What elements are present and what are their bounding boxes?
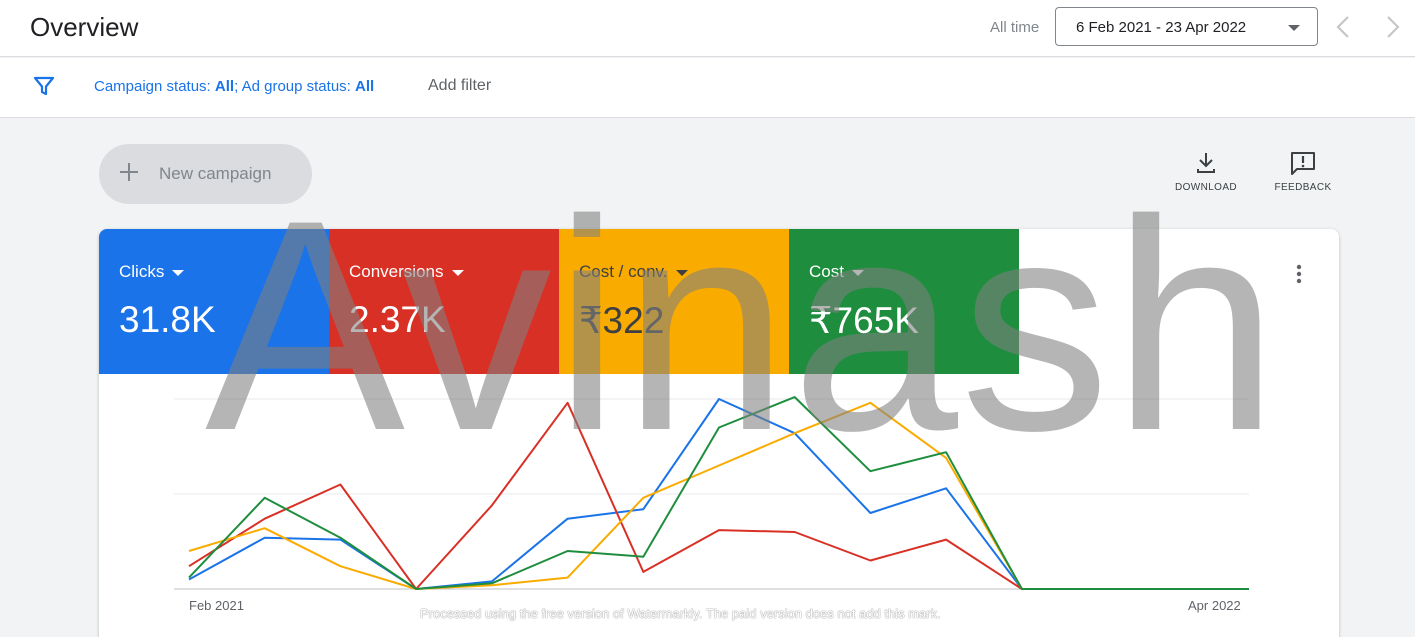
chevron-left-icon[interactable]	[1332, 14, 1354, 40]
ad-group-status-value: All	[355, 78, 375, 95]
all-time-label: All time	[990, 19, 1040, 36]
metric-clicks-label: Clicks	[119, 262, 165, 281]
date-range-value: 6 Feb 2021 - 23 Apr 2022	[1076, 19, 1247, 36]
feedback-button[interactable]: FEEDBACK	[1268, 150, 1338, 193]
add-filter-button[interactable]: Add filter	[428, 77, 491, 95]
x-axis-end-label: Apr 2022	[1188, 598, 1241, 613]
new-campaign-button[interactable]: New campaign	[99, 144, 312, 204]
metric-cost[interactable]: Cost ₹765K	[789, 229, 1019, 374]
page-title: Overview	[30, 12, 139, 42]
metric-cost-value: ₹765K	[809, 300, 919, 341]
filter-bar: Campaign status: All; Ad group status: A…	[0, 58, 1415, 118]
metric-clicks-value: 31.8K	[119, 299, 216, 340]
new-campaign-label: New campaign	[159, 164, 272, 183]
filter-icon[interactable]	[32, 74, 56, 98]
caret-down-icon[interactable]	[851, 269, 864, 276]
more-vert-icon[interactable]	[1287, 262, 1311, 286]
caret-down-icon[interactable]	[451, 269, 464, 276]
x-axis-start-label: Feb 2021	[189, 598, 244, 613]
feedback-icon	[1291, 152, 1315, 175]
series-line-3	[188, 396, 1249, 590]
metric-clicks[interactable]: Clicks 31.8K	[99, 229, 329, 374]
caret-down-icon	[1288, 25, 1300, 31]
active-filters[interactable]: Campaign status: All; Ad group status: A…	[94, 78, 374, 95]
series-line-1	[188, 401, 1249, 590]
download-button[interactable]: DOWNLOAD	[1170, 150, 1242, 193]
metric-conversions[interactable]: Conversions 2.37K	[329, 229, 559, 374]
download-icon	[1197, 153, 1215, 173]
date-range-dropdown[interactable]: 6 Feb 2021 - 23 Apr 2022	[1055, 7, 1318, 46]
feedback-label: FEEDBACK	[1274, 182, 1332, 193]
metric-conversions-value: 2.37K	[349, 299, 446, 340]
performance-line-chart	[174, 396, 1249, 590]
caret-down-icon[interactable]	[172, 269, 185, 276]
metric-conversions-label: Conversions	[349, 262, 444, 281]
metric-cost-per-conv[interactable]: Cost / conv. ₹322	[559, 229, 789, 374]
filter-separator: ;	[234, 78, 242, 95]
metric-cost-per-conv-label: Cost / conv.	[579, 262, 668, 281]
download-label: DOWNLOAD	[1174, 182, 1238, 193]
performance-card: Clicks 31.8K Conversions 2.37K Cost / co…	[99, 229, 1339, 637]
top-header: Overview All time 6 Feb 2021 - 23 Apr 20…	[0, 0, 1415, 57]
chevron-right-icon[interactable]	[1382, 14, 1404, 40]
campaign-status-label: Campaign status:	[94, 78, 215, 95]
caret-down-icon[interactable]	[675, 269, 688, 276]
plus-icon	[120, 163, 138, 181]
metric-cost-per-conv-value: ₹322	[579, 300, 665, 341]
campaign-status-value: All	[214, 78, 235, 95]
ad-group-status-label: Ad group status:	[241, 78, 355, 95]
metric-cost-label: Cost	[809, 262, 844, 281]
